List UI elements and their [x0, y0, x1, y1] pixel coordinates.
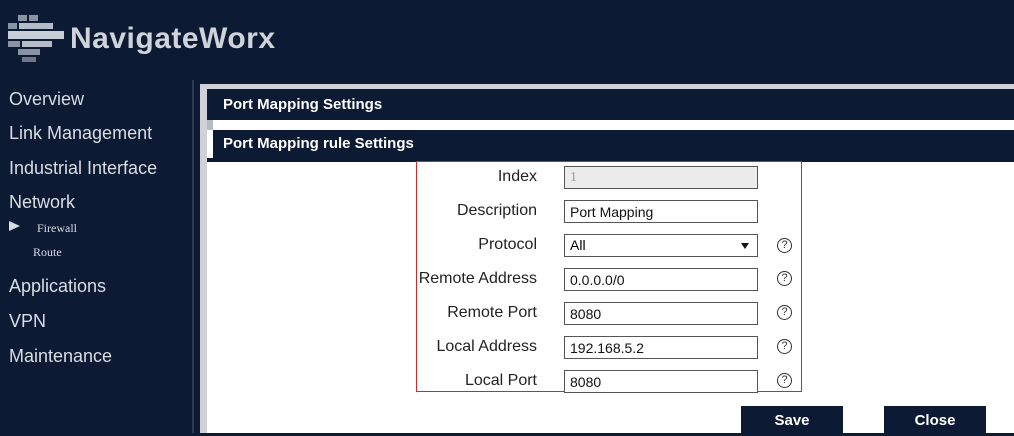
local-port-field[interactable] [564, 370, 758, 393]
remote-address-help-icon[interactable]: ? [777, 271, 792, 286]
content-area: Port Mapping Settings Port Mapping rule … [200, 84, 1014, 436]
remote-port-field[interactable] [564, 302, 758, 325]
settings-panel: Port Mapping Settings Port Mapping rule … [207, 89, 1014, 436]
sidebar-item-link-management[interactable]: Link Management [9, 123, 152, 144]
sidebar-item-maintenance[interactable]: Maintenance [9, 346, 112, 367]
protocol-select[interactable]: All [564, 234, 758, 257]
remote-port-label: Remote Port [447, 304, 537, 321]
local-port-help-icon[interactable]: ? [777, 373, 792, 388]
remote-port-help-icon[interactable]: ? [777, 305, 792, 320]
description-field[interactable] [564, 200, 758, 223]
local-address-label: Local Address [436, 338, 537, 355]
panel-title: Port Mapping Settings [207, 89, 1014, 120]
remote-address-label: Remote Address [418, 270, 537, 287]
brand-name: NavigateWorx [70, 22, 276, 55]
remote-address-field[interactable] [564, 268, 758, 291]
panel-divider [207, 120, 213, 130]
index-label: Index [497, 168, 537, 185]
local-port-label: Local Port [464, 372, 537, 389]
logo-icon [8, 11, 64, 67]
sidebar-item-industrial-interface[interactable]: Industrial Interface [9, 158, 157, 179]
close-button[interactable]: Close [884, 406, 986, 436]
protocol-select-value: All [570, 237, 586, 253]
protocol-help-icon[interactable]: ? [777, 238, 792, 253]
description-label: Description [456, 202, 537, 219]
index-field [564, 166, 758, 189]
local-address-help-icon[interactable]: ? [777, 339, 792, 354]
local-address-field[interactable] [564, 336, 758, 359]
sidebar-item-applications[interactable]: Applications [9, 276, 106, 297]
chevron-down-icon [741, 243, 749, 249]
sidebar-item-network[interactable]: Network [9, 192, 75, 213]
protocol-label: Protocol [478, 236, 537, 253]
sidebar-item-vpn[interactable]: VPN [9, 311, 46, 332]
sidebar: Overview Link Management Industrial Inte… [0, 80, 194, 433]
sidebar-subitem-route[interactable]: Route [33, 245, 62, 260]
panel-subtitle: Port Mapping rule Settings [213, 130, 1014, 158]
header: NavigateWorx [0, 0, 1014, 80]
selected-arrow-icon [9, 221, 20, 231]
sidebar-subitem-firewall[interactable]: Firewall [37, 221, 77, 236]
sidebar-item-overview[interactable]: Overview [9, 89, 84, 110]
save-button[interactable]: Save [741, 406, 843, 436]
